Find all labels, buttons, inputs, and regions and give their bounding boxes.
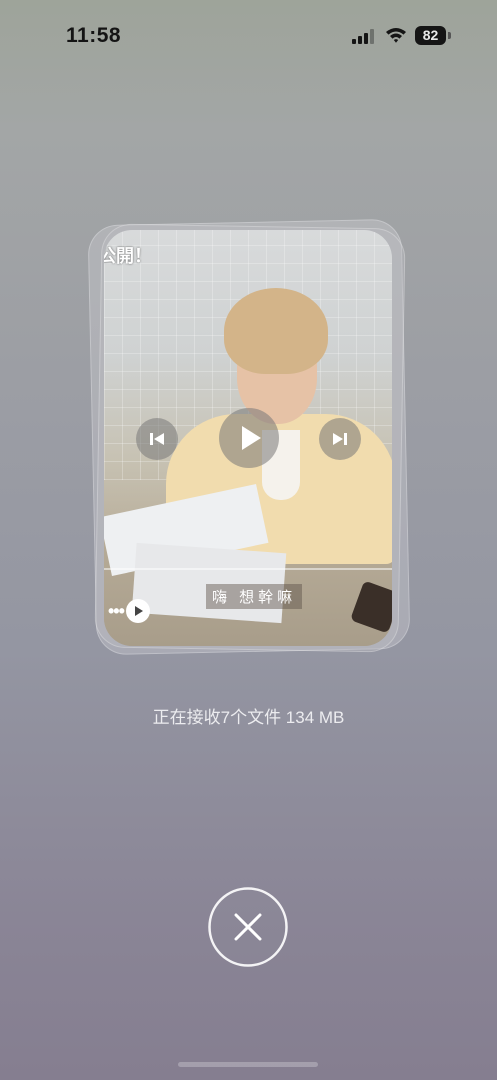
battery-level: 82 bbox=[415, 26, 446, 45]
cancel-transfer-button[interactable] bbox=[207, 886, 289, 968]
preview-person-hair bbox=[224, 288, 328, 374]
signal-icon bbox=[352, 29, 374, 44]
next-button[interactable] bbox=[319, 418, 361, 460]
battery-cap bbox=[448, 32, 451, 39]
play-icon bbox=[242, 426, 261, 450]
file-preview-card[interactable]: 公開！ 嗨 想幹嘛 ••• bbox=[104, 230, 392, 646]
video-progress-line bbox=[104, 568, 392, 570]
next-icon bbox=[333, 433, 347, 445]
more-dots-icon: ••• bbox=[108, 601, 125, 621]
battery-icon: 82 bbox=[415, 26, 451, 45]
play-button[interactable] bbox=[219, 408, 279, 468]
wifi-icon bbox=[386, 28, 406, 43]
mini-play-icon bbox=[125, 599, 150, 623]
status-time: 11:58 bbox=[66, 24, 122, 47]
previous-button[interactable] bbox=[136, 418, 178, 460]
cancel-ring bbox=[208, 887, 288, 967]
media-indicator[interactable]: ••• bbox=[108, 598, 156, 624]
home-indicator bbox=[178, 1062, 318, 1067]
video-subtitle: 嗨 想幹嘛 bbox=[206, 584, 303, 609]
status-bar: 11:58 82 bbox=[0, 0, 497, 72]
transfer-status-text: 正在接收7个文件 134 MB bbox=[152, 708, 345, 727]
previous-icon bbox=[150, 433, 164, 445]
video-overlay-text: 公開！ bbox=[104, 246, 152, 266]
